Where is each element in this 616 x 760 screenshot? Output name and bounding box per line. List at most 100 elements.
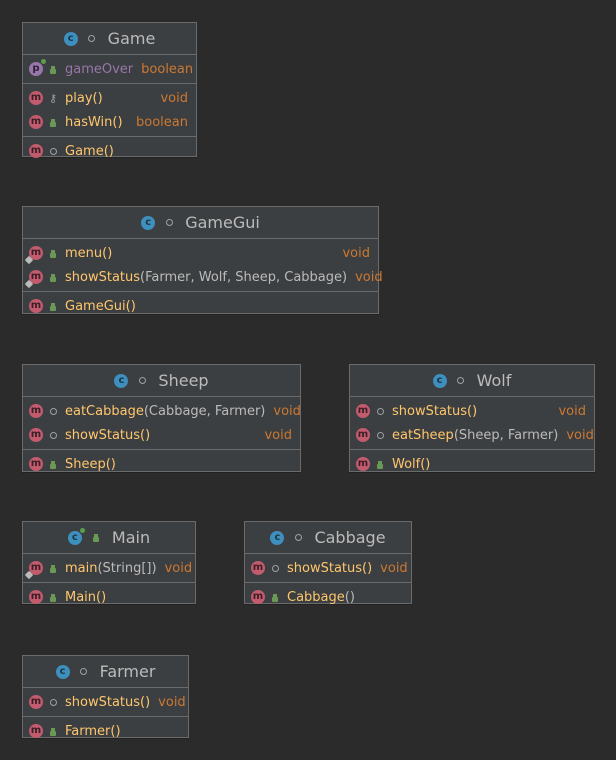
method-row[interactable]: m hasWin() boolean <box>23 110 196 134</box>
method-icon: m <box>29 91 43 105</box>
constructors-section: m Farmer() <box>23 717 188 745</box>
public-visibility-icon <box>47 247 59 259</box>
method-row[interactable]: m showStatus() void <box>23 690 188 714</box>
constructor-row[interactable]: m Main() <box>23 585 195 609</box>
method-icon: m <box>29 590 43 604</box>
method-params: (String[]) <box>97 560 157 576</box>
class-game-header: c Game <box>23 23 196 55</box>
method-icon: m <box>356 457 370 471</box>
method-icon: m <box>29 457 43 471</box>
method-row[interactable]: m play() void <box>23 86 196 110</box>
constructor-row[interactable]: m GameGui() <box>23 294 378 318</box>
private-visibility-icon <box>47 92 59 104</box>
class-name: Wolf <box>476 371 512 390</box>
package-visibility-icon <box>163 217 175 229</box>
methods-section: m main (String[]) void <box>23 554 195 583</box>
constructor-params: () <box>344 589 355 605</box>
method-row[interactable]: m main (String[]) void <box>23 556 195 580</box>
public-visibility-icon <box>90 532 102 544</box>
method-row[interactable]: m eatCabbage (Cabbage, Farmer) void <box>23 399 301 423</box>
constructor-row[interactable]: m Game() <box>23 139 196 163</box>
constructor-name: Game() <box>65 143 114 159</box>
constructor-row[interactable]: m Sheep() <box>23 452 300 476</box>
method-icon: m <box>29 270 43 284</box>
fields-section: p gameOver boolean <box>23 55 196 84</box>
constructor-row[interactable]: m Cabbage () <box>245 585 411 609</box>
class-icon: c <box>63 31 78 46</box>
method-row[interactable]: m menu() void <box>23 241 378 265</box>
class-name: Farmer <box>99 662 156 681</box>
method-icon: m <box>29 246 43 260</box>
public-visibility-icon <box>47 725 59 737</box>
class-icon: c <box>270 530 285 545</box>
field-row[interactable]: p gameOver boolean <box>23 57 196 81</box>
method-row[interactable]: m showStatus() void <box>350 399 594 423</box>
constructor-name: Sheep() <box>65 456 116 472</box>
public-visibility-icon <box>269 591 281 603</box>
return-type: void <box>355 269 383 285</box>
package-visibility-icon <box>47 696 59 708</box>
class-name: Sheep <box>158 371 209 390</box>
method-row[interactable]: m showStatus() void <box>245 556 411 580</box>
class-farmer[interactable]: c Farmer m showStatus() void m Farmer() <box>22 655 189 739</box>
package-visibility-icon <box>47 405 59 417</box>
class-wolf-header: c Wolf <box>350 365 594 397</box>
constructor-name: Cabbage <box>287 589 345 605</box>
public-visibility-icon <box>47 591 59 603</box>
return-type: void <box>164 560 193 576</box>
method-params: (Sheep, Farmer) <box>453 427 559 443</box>
constructors-section: m Wolf() <box>350 450 594 478</box>
return-type: void <box>380 560 408 576</box>
methods-section: m play() void m hasWin() boolean <box>23 84 196 137</box>
class-name: Cabbage <box>314 528 386 547</box>
class-sheep[interactable]: c Sheep m eatCabbage (Cabbage, Farmer) v… <box>22 364 301 472</box>
method-icon: m <box>29 115 43 129</box>
class-icon: c <box>141 215 156 230</box>
field-name: gameOver <box>65 61 134 77</box>
method-icon: m <box>29 404 43 418</box>
public-visibility-icon <box>47 562 59 574</box>
method-icon: m <box>29 428 43 442</box>
constructor-row[interactable]: m Wolf() <box>350 452 594 476</box>
method-name: eatCabbage <box>65 403 144 419</box>
class-main[interactable]: c Main m main (String[]) void m Main() <box>22 521 196 605</box>
class-icon: c <box>114 373 129 388</box>
constructor-name: GameGui() <box>65 298 136 314</box>
constructor-name: Farmer() <box>65 723 121 739</box>
method-row[interactable]: m showStatus() void <box>23 423 300 447</box>
public-visibility-icon <box>47 300 59 312</box>
package-visibility-icon <box>374 429 386 441</box>
class-game[interactable]: c Game p gameOver boolean m play() void … <box>22 22 197 159</box>
methods-section: m eatCabbage (Cabbage, Farmer) void m sh… <box>23 397 301 450</box>
method-name: showStatus() <box>392 403 478 419</box>
method-row[interactable]: m showStatus (Farmer, Wolf, Sheep, Cabba… <box>23 265 383 289</box>
runnable-class-icon: c <box>67 527 85 545</box>
package-visibility-icon <box>269 562 281 574</box>
class-gamegui[interactable]: c GameGui m menu() void m showStatus (Fa… <box>22 206 383 314</box>
public-visibility-icon <box>47 63 59 75</box>
class-sheep-header: c Sheep <box>23 365 300 397</box>
return-type: void <box>566 427 594 443</box>
constructor-row[interactable]: m Farmer() <box>23 719 188 743</box>
method-icon: m <box>29 695 43 709</box>
method-icon: m <box>356 404 370 418</box>
methods-section: m menu() void m showStatus (Farmer, Wolf… <box>23 239 383 292</box>
return-type: void <box>558 403 586 419</box>
constructors-section: m Main() <box>23 583 195 611</box>
class-main-header: c Main <box>23 522 195 554</box>
method-row[interactable]: m eatSheep (Sheep, Farmer) void <box>350 423 594 447</box>
package-visibility-icon <box>374 405 386 417</box>
methods-section: m showStatus() void <box>245 554 411 583</box>
class-name: GameGui <box>185 213 260 232</box>
return-type: boolean <box>136 114 188 130</box>
constructors-section: m Sheep() <box>23 450 300 478</box>
constructors-section: m Cabbage () <box>245 583 411 611</box>
class-wolf[interactable]: c Wolf m showStatus() void m eatSheep (S… <box>349 364 595 472</box>
class-cabbage[interactable]: c Cabbage m showStatus() void m Cabbage … <box>244 521 412 605</box>
class-farmer-header: c Farmer <box>23 656 188 688</box>
field-type: boolean <box>141 61 194 77</box>
property-icon: p <box>29 59 46 76</box>
constructors-section: m GameGui() <box>23 292 378 320</box>
method-icon: m <box>356 428 370 442</box>
method-icon: m <box>251 590 265 604</box>
